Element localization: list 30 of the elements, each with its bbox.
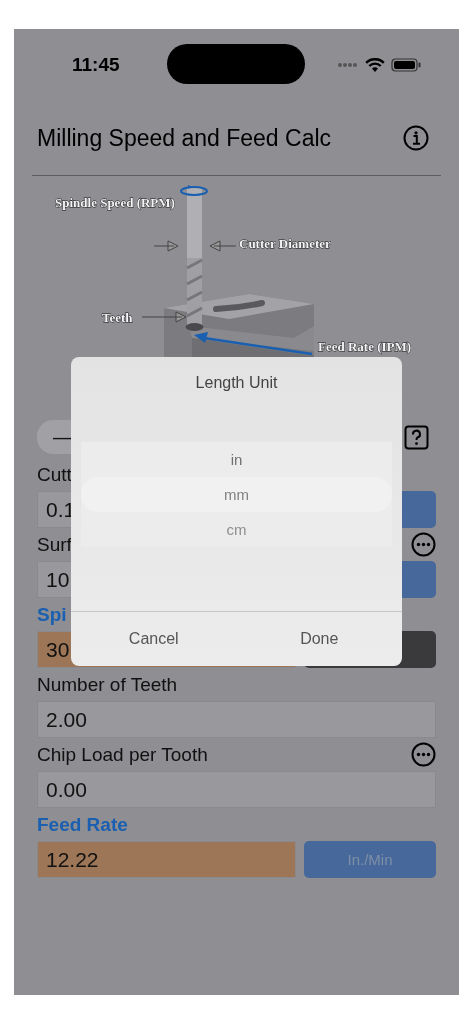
pointer-arrow	[141, 311, 187, 323]
input-field[interactable]: 0.00	[37, 771, 436, 808]
diagram-label: Cutter Diameter	[239, 236, 331, 251]
more-icon[interactable]	[411, 742, 436, 767]
wifi-icon	[365, 57, 385, 73]
signal-icon	[337, 62, 359, 68]
field-label: Feed Rate	[37, 813, 128, 836]
diagram-label: Teeth	[102, 310, 133, 325]
pointer-arrow	[153, 240, 179, 252]
help-icon[interactable]	[404, 424, 429, 450]
dialog-title: Length Unit	[194, 373, 279, 393]
diagram-label: Feed Rate (IPM)	[318, 339, 412, 354]
screen-title: Milling Speed and Feed Calc	[37, 124, 332, 152]
picker-option[interactable]: in	[81, 442, 392, 477]
battery-icon	[391, 58, 421, 72]
more-icon[interactable]	[411, 532, 436, 557]
picker-option[interactable]: mm	[81, 477, 392, 512]
field-label: Chip Load per Tooth	[37, 743, 208, 766]
info-icon[interactable]	[403, 125, 429, 151]
dialog-button[interactable]: Done	[236, 612, 402, 666]
field-label: Number of Teeth	[37, 673, 178, 696]
dialog-button[interactable]: Cancel	[71, 612, 237, 666]
field-label: Cutt	[37, 463, 72, 486]
result-field: 12.22	[37, 841, 296, 878]
diagram-label: Spindle Speed (RPM)	[55, 195, 175, 210]
input-field[interactable]: 2.00	[37, 701, 436, 738]
pointer-arrow	[209, 240, 237, 252]
field-label: Spi	[37, 603, 67, 626]
status-time: 11:45	[72, 54, 121, 76]
field-label: Surf	[37, 533, 72, 556]
